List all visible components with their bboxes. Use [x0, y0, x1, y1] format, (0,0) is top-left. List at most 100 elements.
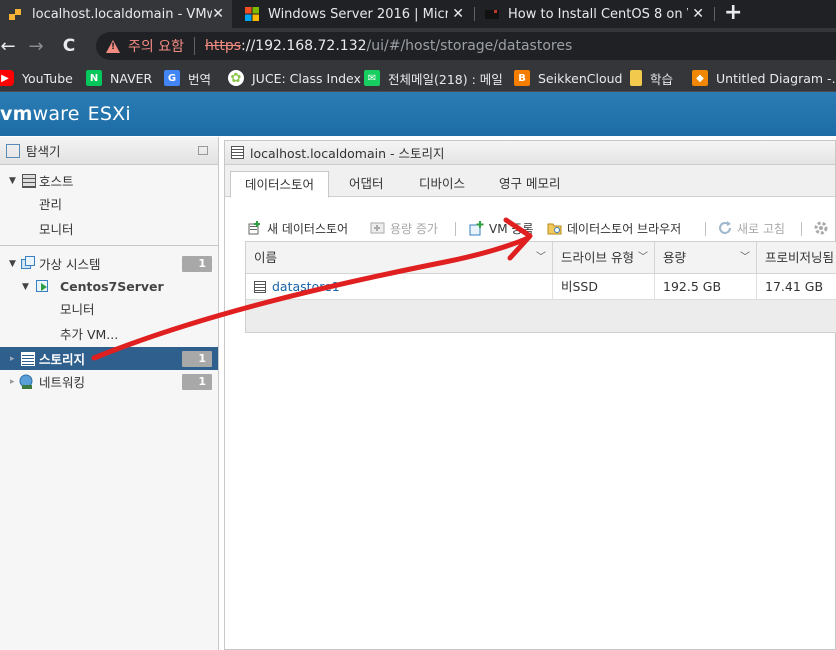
nav-item-storage[interactable]: ▸ 스토리지 1: [0, 347, 218, 370]
bookmarks-bar: ▶ YouTube N NAVER G 번역 ✿ JUCE: Class Ind…: [0, 64, 836, 92]
close-tab-icon[interactable]: ✕: [452, 6, 464, 22]
omnibox-separator: [193, 37, 195, 55]
browser-tab-centos[interactable]: How to Install CentOS 8 on VMware ✕: [476, 0, 712, 28]
back-button[interactable]: ←: [0, 36, 18, 57]
action-label: VM 등록: [489, 221, 534, 236]
tab-devices[interactable]: 디바이스: [405, 171, 479, 198]
tab-persistent-memory[interactable]: 영구 메모리: [485, 171, 574, 198]
action-label: 새 데이터스토어: [267, 221, 349, 236]
nav-item-more-vms[interactable]: 추가 VM...: [0, 322, 218, 345]
security-warning-label[interactable]: 주의 요함: [128, 36, 184, 56]
nav-item-label: 스토리지: [39, 352, 86, 367]
address-bar[interactable]: 주의 요함 https ://192.168.72.132 /ui/#/host…: [96, 32, 836, 60]
reload-button[interactable]: C: [54, 36, 84, 56]
bookmark-label: Untitled Diagram -...: [716, 70, 836, 86]
bookmark-juce[interactable]: ✿ JUCE: Class Index: [228, 69, 361, 87]
logo-product: ESXi: [87, 103, 131, 125]
navigator-divider: [0, 245, 218, 246]
browser-tab-title: Windows Server 2016 | Microsoft: [268, 6, 448, 22]
cell-capacity: 192.5 GB: [655, 274, 757, 300]
refresh-button[interactable]: 새로 고침: [717, 219, 785, 237]
vmware-favicon-icon: [8, 6, 24, 22]
cell-provisioned: 17.41 GB: [765, 279, 824, 294]
navigator-title: 탐색기: [26, 144, 61, 159]
nav-item-vm-monitor[interactable]: 모니터: [0, 297, 218, 320]
bookmark-mail[interactable]: ✉ 전체메일(218) : 메일: [364, 69, 503, 87]
column-header-name[interactable]: 이름 ﹀: [246, 242, 553, 274]
content-title: localhost.localdomain - 스토리지: [250, 146, 445, 161]
count-badge: 1: [182, 256, 212, 272]
tab-datastores[interactable]: 데이터스토어: [230, 171, 330, 198]
juce-icon: ✿: [228, 70, 244, 86]
chevron-down-icon[interactable]: ﹀: [536, 242, 546, 274]
page-favicon-icon: [484, 6, 500, 22]
action-toolbar: 새 데이터스토어 용량 증가 VM 등록 데이터스토어 브라우저 새로 고침: [225, 213, 836, 241]
esxi-header: vmware ESXi: [0, 92, 836, 136]
datastore-name[interactable]: datastore1: [272, 279, 340, 294]
nav-item-host-monitor[interactable]: 모니터: [0, 217, 218, 240]
nav-item-label: 추가 VM...: [60, 327, 119, 342]
bookmark-seikkencloud[interactable]: B SeikkenCloud: [514, 69, 622, 87]
bookmark-label: YouTube: [22, 70, 73, 86]
datastores-table: 이름 ﹀ 드라이브 유형 ﹀ 용량 ﹀ 프로비저닝됨 datastore1 비S…: [245, 241, 836, 333]
count-badge: 1: [182, 374, 212, 390]
google-translate-icon: G: [164, 70, 180, 86]
expand-toggle-icon[interactable]: ▼: [9, 259, 16, 269]
nav-item-host[interactable]: ▼ 호스트: [0, 169, 218, 192]
bookmark-label: 번역: [188, 71, 212, 87]
nav-item-label: 가상 시스템: [39, 257, 101, 272]
column-header-provisioned[interactable]: 프로비저닝됨: [757, 242, 836, 274]
expand-toggle-icon[interactable]: ▸: [10, 354, 15, 364]
bookmark-label: 전체메일(218) : 메일: [388, 71, 503, 87]
expand-toggle-icon[interactable]: ▼: [9, 176, 16, 186]
logo-ware: ware: [32, 103, 80, 125]
mail-icon: ✉: [364, 70, 380, 86]
new-datastore-button[interactable]: 새 데이터스토어: [247, 219, 348, 237]
datastore-browser-button[interactable]: 데이터스토어 브라우저: [547, 219, 681, 237]
close-tab-icon[interactable]: ✕: [212, 6, 224, 22]
increase-capacity-button[interactable]: 용량 증가: [370, 219, 438, 237]
nav-item-virtual-machines[interactable]: ▼ 가상 시스템 1: [0, 252, 218, 275]
collapse-panel-icon[interactable]: [198, 146, 208, 155]
close-tab-icon[interactable]: ✕: [692, 6, 704, 22]
expand-toggle-icon[interactable]: ▼: [22, 282, 29, 292]
column-label: 드라이브 유형: [561, 250, 634, 265]
browser-tab-strip: localhost.localdomain - VMware ESXi ✕ Wi…: [0, 0, 836, 28]
actions-menu-button[interactable]: [813, 219, 833, 237]
new-tab-button[interactable]: +: [724, 1, 742, 25]
navigator-icon: [6, 143, 20, 158]
browser-tab-esxi[interactable]: localhost.localdomain - VMware ESXi ✕: [0, 0, 232, 28]
storage-tabs: 데이터스토어 어댑터 디바이스 영구 메모리: [225, 165, 835, 198]
bookmark-translate[interactable]: G 번역: [164, 69, 211, 87]
storage-icon: [21, 352, 35, 366]
bookmark-label: SeikkenCloud: [538, 70, 623, 86]
datastore-icon: [254, 281, 266, 293]
tab-adapters[interactable]: 어댑터: [335, 171, 398, 198]
browser-tab-title: localhost.localdomain - VMware ESXi: [32, 6, 212, 22]
powered-on-vm-icon: [36, 279, 50, 293]
nav-item-host-manage[interactable]: 관리: [0, 192, 218, 215]
column-header-drive-type[interactable]: 드라이브 유형 ﹀: [553, 242, 655, 274]
browser-tab-windows-server[interactable]: Windows Server 2016 | Microsoft ✕: [236, 0, 472, 28]
column-label: 용량: [663, 250, 687, 265]
bookmark-folder-study[interactable]: 학습: [628, 69, 673, 87]
forward-button[interactable]: →: [18, 36, 54, 57]
bookmark-diagram[interactable]: ◆ Untitled Diagram -...: [692, 69, 836, 87]
expand-toggle-icon[interactable]: ▸: [10, 377, 15, 387]
nav-item-networking[interactable]: ▸ 네트워킹 1: [0, 370, 218, 393]
action-label: 용량 증가: [390, 221, 438, 236]
register-vm-button[interactable]: VM 등록: [469, 219, 533, 237]
table-row[interactable]: datastore1 비SSD 192.5 GB 17.41 GB: [246, 274, 836, 300]
bookmark-youtube[interactable]: ▶ YouTube: [0, 69, 73, 87]
nav-item-vm-centos7server[interactable]: ▼ Centos7Server: [0, 275, 218, 298]
microsoft-favicon-icon: [244, 6, 260, 22]
cell-name[interactable]: datastore1: [246, 274, 553, 300]
url-scheme: https: [204, 38, 242, 54]
warning-icon: [106, 39, 120, 53]
host-icon: [22, 174, 36, 188]
chevron-down-icon[interactable]: ﹀: [740, 242, 750, 274]
refresh-icon: [717, 220, 733, 236]
column-header-capacity[interactable]: 용량 ﹀: [655, 242, 757, 274]
chevron-down-icon[interactable]: ﹀: [638, 242, 648, 274]
bookmark-naver[interactable]: N NAVER: [86, 69, 152, 87]
